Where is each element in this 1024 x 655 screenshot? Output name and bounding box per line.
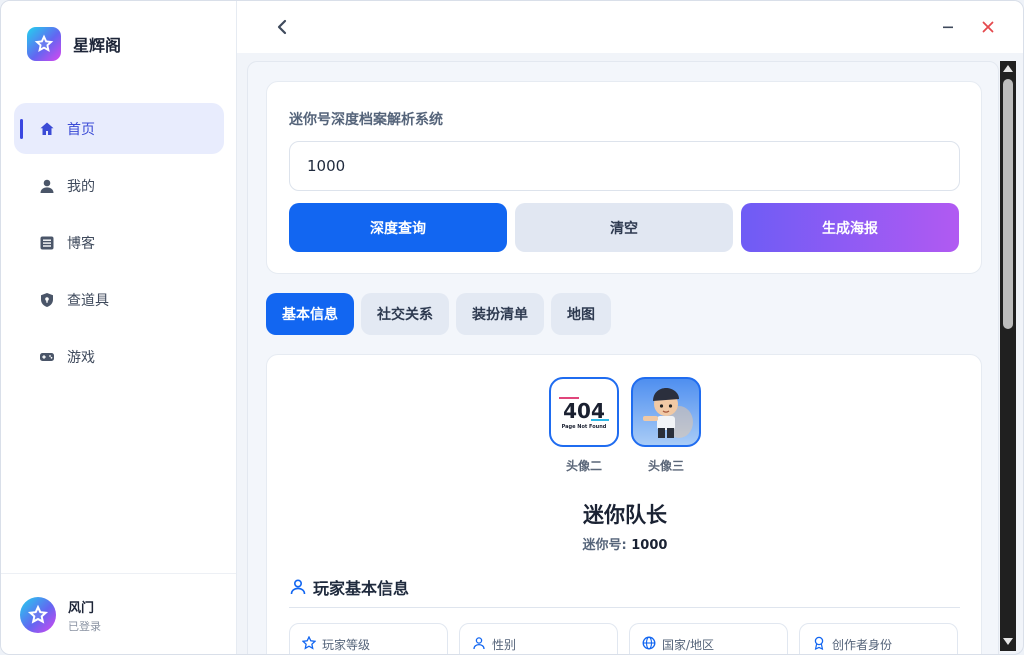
sidebar-item-games[interactable]: 游戏 (14, 331, 224, 382)
main-content: 迷你号深度档案解析系统 深度查询 清空 生成海报 基本信息 社交关系 装扮清单 … (247, 61, 999, 654)
poster-button[interactable]: 生成海报 (741, 203, 959, 252)
sidebar-item-label: 首页 (67, 121, 95, 138)
sidebar-item-home[interactable]: 首页 (14, 103, 224, 154)
scroll-down-arrow-icon[interactable] (1003, 638, 1013, 645)
sidebar-item-label: 我的 (67, 178, 95, 195)
sidebar: 星辉阁 首页 我的 博客 查道具 游戏 风门 已登录 (1, 1, 237, 654)
app-window: 星辉阁 首页 我的 博客 查道具 游戏 风门 已登录 迷你号深度档案解析系统 1… (0, 0, 1024, 655)
user-status: 已登录 (68, 619, 101, 633)
shield-icon (38, 291, 56, 309)
player-name: 迷你队长 (583, 503, 667, 527)
scroll-thumb[interactable] (1003, 79, 1013, 329)
avatar-item[interactable]: 404 Page Not Found 头像二 (549, 377, 619, 474)
person-outline-icon (289, 578, 307, 596)
sidebar-item-label: 博客 (67, 235, 95, 252)
field-label: 玩家等级 (322, 638, 371, 652)
field-gender: 性别 (459, 623, 618, 654)
tab-bar: 基本信息 社交关系 装扮清单 地图 (266, 293, 618, 335)
player-id-label: 迷你号: (582, 538, 627, 553)
app-name: 星辉阁 (73, 36, 122, 55)
scrollbar[interactable] (1000, 61, 1016, 651)
document-icon (38, 234, 56, 252)
info-fields: 玩家等级 性别 国家/地区 创作者身份 (289, 623, 969, 654)
close-button[interactable] (977, 16, 999, 38)
field-region: 国家/地区 (629, 623, 788, 654)
brand: 星辉阁 (27, 27, 121, 61)
field-label: 国家/地区 (662, 638, 715, 652)
profile-card: 404 Page Not Found 头像二 头像三 迷你队长 迷你号: 100… (266, 354, 983, 654)
tab-basic-info[interactable]: 基本信息 (266, 293, 354, 335)
tab-outfits[interactable]: 装扮清单 (456, 293, 544, 335)
chevron-left-icon (277, 19, 287, 35)
star-logo-icon (27, 27, 61, 61)
avatar-image-subtext: Page Not Found (562, 424, 607, 430)
close-icon (982, 21, 994, 33)
player-id-value: 1000 (631, 538, 668, 553)
sidebar-item-blog[interactable]: 博客 (14, 217, 224, 268)
user-name: 风门 (68, 600, 95, 616)
field-label: 创作者身份 (832, 638, 893, 652)
user-profile[interactable]: 风门 已登录 (1, 573, 236, 654)
field-creator: 创作者身份 (799, 623, 958, 654)
tab-social[interactable]: 社交关系 (361, 293, 449, 335)
minimize-icon (943, 26, 953, 29)
section-title: 玩家基本信息 (289, 575, 409, 599)
globe-icon (642, 636, 656, 650)
section-divider (289, 607, 960, 608)
back-button[interactable] (271, 16, 293, 38)
field-label: 性别 (492, 638, 517, 652)
title-bar (237, 1, 1023, 53)
badge-icon (812, 636, 826, 650)
search-card: 迷你号深度档案解析系统 深度查询 清空 生成海报 (266, 81, 982, 274)
star-icon (302, 636, 316, 650)
avatar-image-text: 404 (563, 399, 605, 423)
avatar-image-404: 404 Page Not Found (549, 377, 619, 447)
avatar-image-character (631, 377, 701, 447)
avatar-list: 404 Page Not Found 头像二 头像三 (549, 377, 713, 474)
clear-button[interactable]: 清空 (515, 203, 733, 252)
player-id: 迷你号: 1000 (267, 534, 983, 553)
section-title-text: 玩家基本信息 (313, 579, 410, 598)
sidebar-item-label: 查道具 (67, 292, 109, 309)
scroll-up-arrow-icon[interactable] (1003, 65, 1013, 72)
home-icon (38, 120, 56, 138)
search-title: 迷你号深度档案解析系统 (289, 112, 443, 128)
avatar (20, 597, 56, 633)
sidebar-item-mine[interactable]: 我的 (14, 160, 224, 211)
user-icon (38, 177, 56, 195)
sidebar-item-items[interactable]: 查道具 (14, 274, 224, 325)
sidebar-nav: 首页 我的 博客 查道具 游戏 (14, 103, 224, 388)
avatar-label: 头像三 (647, 459, 684, 473)
minimize-button[interactable] (937, 16, 959, 38)
avatar-label: 头像二 (565, 459, 602, 473)
sidebar-item-label: 游戏 (67, 349, 95, 366)
person-icon (472, 636, 486, 650)
search-input[interactable] (289, 141, 960, 191)
field-level: 玩家等级 (289, 623, 448, 654)
gamepad-icon (38, 348, 56, 366)
query-button[interactable]: 深度查询 (289, 203, 507, 252)
tab-maps[interactable]: 地图 (551, 293, 611, 335)
avatar-item[interactable]: 头像三 (631, 377, 701, 474)
